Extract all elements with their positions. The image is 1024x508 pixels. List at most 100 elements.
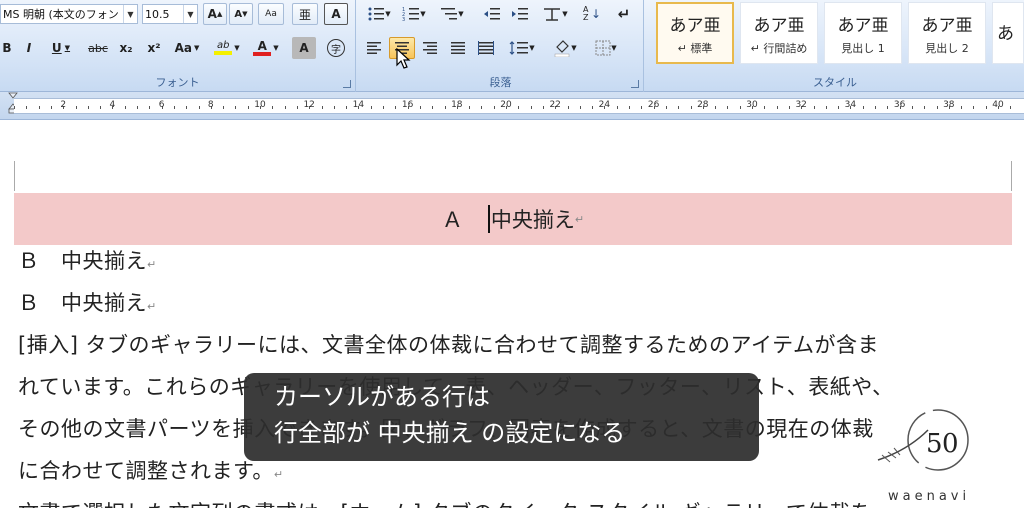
ruler-tick [469, 106, 471, 109]
ruler-tick [764, 106, 766, 109]
ruler-tick [690, 106, 692, 109]
ruler-label: 10 [254, 100, 266, 110]
font-color-button[interactable]: A ▼ [248, 37, 284, 59]
ruler-tick [235, 106, 237, 109]
multilevel-list-icon [441, 8, 458, 20]
dialog-launcher-icon[interactable] [343, 80, 351, 88]
font-size-combo[interactable]: 10.5 ▼ [142, 4, 198, 24]
ruler-tick [346, 106, 348, 109]
asian-layout-button[interactable]: ▼ [538, 3, 572, 25]
ruler-tick [542, 106, 544, 109]
distributed-button[interactable] [474, 37, 498, 59]
ruler-tick [137, 106, 138, 109]
horizontal-ruler[interactable]: 2 4 6 8 10 12 14 16 18 20 22 24 26 28 30 32 34 36 38 40 [0, 92, 1024, 120]
ruler-tick [961, 106, 963, 109]
superscript-button[interactable]: x² [142, 37, 166, 59]
bold-button[interactable]: B [0, 37, 14, 59]
body-line[interactable]: 文書で選択した文字列の書式は、[ホーム] タブのクイック スタイル ギャラリーで… [18, 497, 872, 508]
chevron-down-icon[interactable]: ▼ [183, 5, 197, 23]
change-case-button[interactable]: Aa ▼ [170, 37, 204, 59]
align-left-button[interactable] [362, 37, 386, 59]
ruler-tick [124, 106, 126, 109]
paragraph-group: ▼ 1 2 3 ▼ ▼ ▼ A Z ↓ ↵ ▼ ▼ ▼ 段落 [358, 0, 644, 92]
ruler-tick [493, 106, 495, 109]
align-right-button[interactable] [418, 37, 442, 59]
italic-button[interactable]: I [18, 37, 40, 59]
shrink-font-button[interactable]: A ▼ [229, 3, 253, 25]
justify-icon [451, 42, 465, 54]
ruler-tick [641, 106, 643, 109]
centered-line-a[interactable]: Ａ 中央揃え ↵ [14, 193, 1012, 245]
style-heading-2[interactable]: あア亜 見出し 2 [908, 2, 986, 64]
ruler-tick [419, 106, 421, 109]
ruler-tick [247, 106, 249, 109]
ruler-tick [296, 106, 298, 109]
text-cursor [487, 205, 490, 233]
change-case-icon: Aa [174, 41, 192, 55]
svg-text:0: 0 [942, 429, 959, 459]
style-no-spacing[interactable]: あア亜 ↵ 行間詰め [740, 2, 818, 64]
ruler-label: 16 [401, 100, 414, 110]
caption-overlay: カーソルがある行は 行全部が 中央揃え の設定になる [244, 373, 759, 461]
borders-button[interactable]: ▼ [588, 37, 624, 59]
highlight-button[interactable]: ab ▼ [208, 37, 246, 59]
clear-format-button[interactable]: Aa [258, 3, 284, 25]
show-formatting-button[interactable]: ↵ [612, 3, 636, 25]
font-name-combo[interactable]: MS 明朝 (本文のフォン ▼ [0, 4, 138, 24]
ruler-tick [14, 106, 15, 109]
style-heading-1[interactable]: あア亜 見出し 1 [824, 2, 902, 64]
ruler-tick [50, 106, 52, 109]
paint-bucket-icon [555, 40, 570, 57]
ruler-tick [518, 106, 520, 109]
ruler-tick [924, 106, 926, 109]
shading-button[interactable]: ▼ [546, 37, 584, 59]
sort-button[interactable]: A Z ↓ [580, 3, 604, 25]
ruler-tick [911, 106, 913, 109]
justify-button[interactable] [446, 37, 470, 59]
ruler-tick [739, 106, 741, 109]
body-line[interactable]: [挿入] タブのギャラリーには、文書全体の体裁に合わせて調整するためのアイテムが… [18, 329, 879, 359]
line-spacing-button[interactable]: ▼ [504, 37, 540, 59]
grow-font-button[interactable]: A ▲ [203, 3, 227, 25]
ruler-label: 6 [158, 100, 165, 110]
enclose-characters-button[interactable]: 字 [324, 37, 348, 59]
strikethrough-button[interactable]: abc [84, 37, 112, 59]
ruler-tick [973, 106, 975, 109]
multilevel-list-button[interactable]: ▼ [436, 3, 468, 25]
ruler-tick [788, 106, 790, 109]
ruler-tick [825, 106, 827, 109]
chevron-down-icon[interactable]: ▼ [123, 5, 137, 23]
phonetic-guide-icon: 亜 [298, 7, 311, 22]
align-left-icon [367, 42, 381, 54]
character-shading-button[interactable]: A [292, 37, 316, 59]
increase-indent-button[interactable] [508, 3, 532, 25]
decrease-indent-button[interactable] [480, 3, 504, 25]
subscript-button[interactable]: x₂ [114, 37, 138, 59]
style-sample: あア亜 [753, 15, 805, 36]
styles-group-label: スタイル [813, 76, 857, 89]
strikethrough-icon: abc [88, 41, 108, 55]
ruler-label: 36 [893, 100, 906, 110]
body-line-text: に合わせて調整されます。 [18, 459, 274, 483]
dialog-launcher-icon[interactable] [631, 80, 639, 88]
numbering-button[interactable]: 1 2 3 ▼ [398, 3, 430, 25]
bullets-button[interactable]: ▼ [364, 3, 394, 25]
ruler-tick [370, 106, 372, 109]
underline-button[interactable]: U ▼ [44, 37, 78, 59]
character-border-button[interactable]: A [324, 3, 348, 25]
highlighter-icon: ab [214, 41, 233, 55]
caption-line-2: 行全部が 中央揃え の設定になる [274, 419, 626, 447]
phonetic-guide-button[interactable]: 亜 [292, 3, 318, 25]
style-normal[interactable]: あア亜 ↵ 標準 [656, 2, 734, 64]
line-b2[interactable]: Ｂ 中央揃え↵ [18, 287, 157, 317]
style-title[interactable]: あ [992, 2, 1024, 64]
ruler-tick [186, 106, 188, 109]
style-name: ↵ 行間詰め [750, 41, 808, 55]
line-b1-text: Ｂ 中央揃え [18, 249, 147, 273]
svg-text:3: 3 [402, 17, 405, 22]
ruler-label: 28 [697, 100, 709, 110]
body-line[interactable]: に合わせて調整されます。↵ [18, 455, 284, 485]
ruler-label: 32 [795, 100, 807, 110]
line-b1[interactable]: Ｂ 中央揃え↵ [18, 245, 157, 275]
style-sample: あア亜 [669, 15, 721, 36]
